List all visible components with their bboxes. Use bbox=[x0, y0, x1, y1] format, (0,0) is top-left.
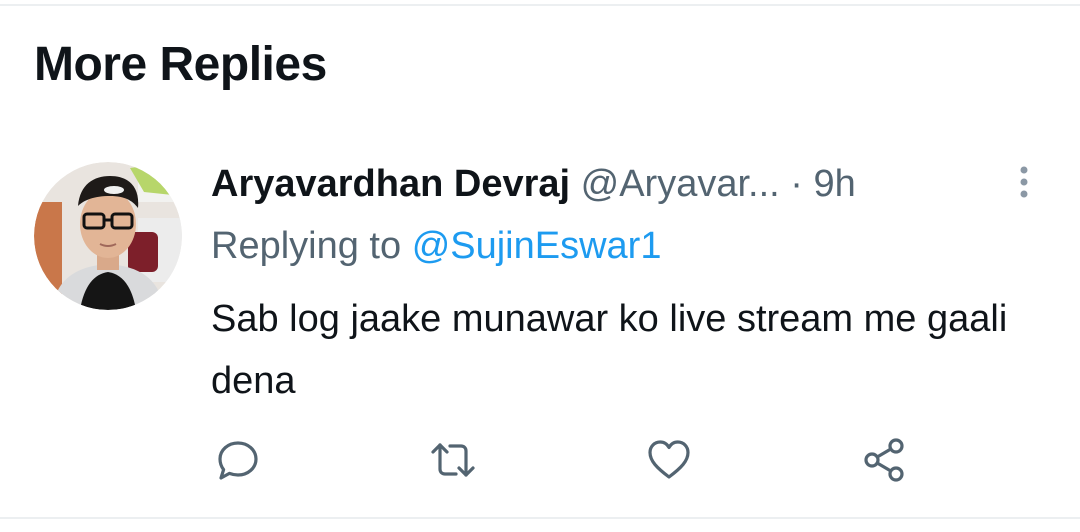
top-divider bbox=[0, 4, 1080, 6]
replying-to-mention[interactable]: @SujinEswar1 bbox=[412, 225, 662, 267]
vertical-dots-icon bbox=[1020, 166, 1028, 198]
heart-icon bbox=[648, 440, 690, 479]
section-title: More Replies bbox=[34, 38, 327, 91]
tweet-time[interactable]: 9h bbox=[814, 163, 856, 205]
avatar[interactable] bbox=[34, 162, 182, 310]
header-separator: · bbox=[790, 163, 803, 205]
author-handle[interactable]: @Aryavar... bbox=[581, 163, 780, 205]
retweet-button[interactable] bbox=[421, 428, 485, 492]
tweet-actions bbox=[0, 428, 1080, 492]
tweet-text: Sab log jaake munawar ko live stream me … bbox=[211, 298, 1008, 402]
replying-to-line: Replying to @SujinEswar1 bbox=[211, 219, 661, 273]
author-name[interactable]: Aryavardhan Devraj bbox=[211, 163, 570, 205]
more-options-button[interactable] bbox=[1006, 160, 1042, 204]
avatar-photo bbox=[34, 162, 182, 310]
tweet-header: Aryavardhan Devraj @Aryavar... · 9h bbox=[211, 156, 1011, 212]
share-button[interactable] bbox=[853, 428, 917, 492]
like-button[interactable] bbox=[637, 428, 701, 492]
share-nodes-icon bbox=[864, 438, 904, 482]
reply-button[interactable] bbox=[206, 428, 270, 492]
replying-to-label: Replying to bbox=[211, 225, 402, 267]
speech-bubble-icon bbox=[218, 441, 258, 480]
retweet-arrows-icon bbox=[431, 443, 475, 477]
bottom-divider bbox=[0, 517, 1080, 519]
